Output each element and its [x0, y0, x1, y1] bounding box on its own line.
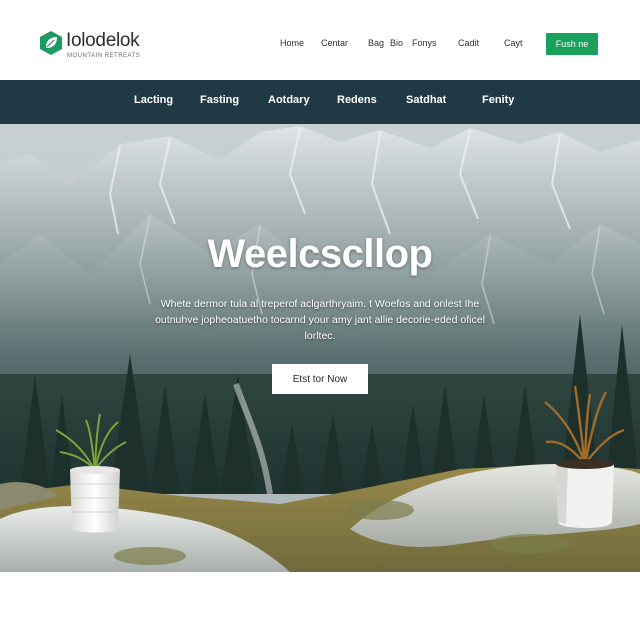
page-bottom-blank — [0, 572, 640, 640]
hero-description: Whete dermor tula al treperof aclgarthry… — [155, 298, 485, 342]
topnav-item-home[interactable]: Home — [280, 38, 304, 48]
brand-logo[interactable]: Iolodelok MOUNTAIN RETREATS — [38, 30, 140, 60]
main-navigation: Lacting Fasting Aotdary Redens Satdhat F… — [0, 80, 640, 124]
topnav-item-bio[interactable]: Bio — [390, 38, 403, 48]
topnav-item-bag[interactable]: Bag — [368, 38, 384, 48]
mainnav-item-lacting[interactable]: Lacting — [134, 94, 173, 106]
topnav-item-fonys[interactable]: Fonys — [412, 38, 437, 48]
mountain-landscape-image — [0, 124, 640, 572]
topnav-item-centar[interactable]: Centar — [321, 38, 348, 48]
topnav-item-cayt[interactable]: Cayt — [504, 38, 523, 48]
cta-button[interactable]: Fush ne — [546, 33, 598, 55]
hero-cta-button[interactable]: Etst tor Now — [272, 364, 368, 394]
topnav-item-cadit[interactable]: Cadit — [458, 38, 479, 48]
brand-tagline: MOUNTAIN RETREATS — [67, 53, 141, 59]
mainnav-item-aotdary[interactable]: Aotdary — [268, 94, 310, 106]
hexagon-leaf-icon — [40, 31, 62, 55]
mainnav-item-satdhat[interactable]: Satdhat — [406, 94, 446, 106]
mainnav-item-redens[interactable]: Redens — [337, 94, 377, 106]
brand-name: Iolodelok — [66, 30, 140, 51]
mainnav-item-fenity[interactable]: Fenity — [482, 94, 514, 106]
mainnav-item-fasting[interactable]: Fasting — [200, 94, 239, 106]
site-header: Iolodelok MOUNTAIN RETREATS Home Centar … — [0, 0, 640, 80]
hero-title: Weelcscllop — [207, 232, 433, 276]
hero-section: Weelcscllop Whete dermor tula al trepero… — [0, 124, 640, 572]
